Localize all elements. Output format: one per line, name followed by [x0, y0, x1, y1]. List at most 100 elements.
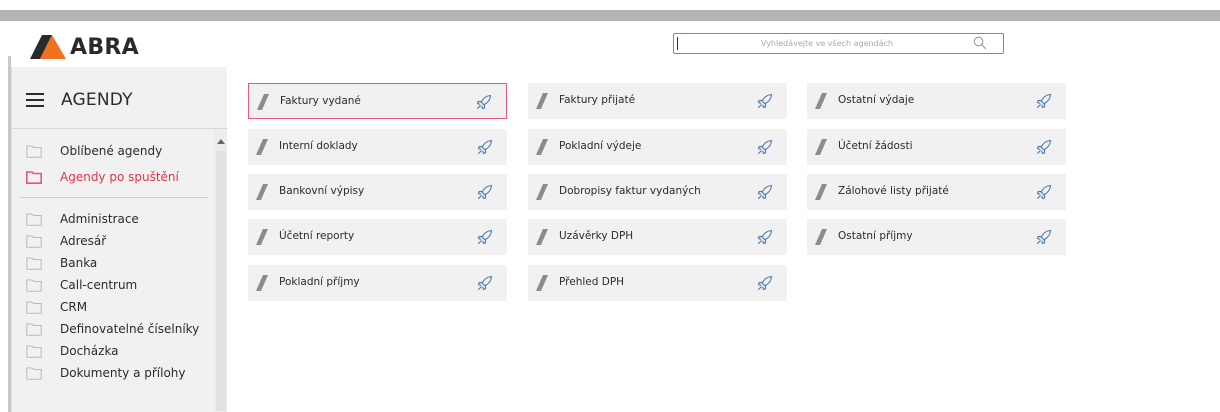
- folder-icon: [26, 213, 42, 226]
- agenda-slash-icon: [536, 139, 548, 155]
- folder-icon: [26, 235, 42, 248]
- agenda-tile-label: Dobropisy faktur vydaných: [559, 185, 701, 197]
- agenda-slash-icon: [256, 275, 268, 291]
- rocket-icon[interactable]: [756, 138, 774, 156]
- brand-logo[interactable]: ABRA: [30, 33, 139, 61]
- sidebar-header: AGENDY: [26, 90, 133, 110]
- sidebar-scrollbar[interactable]: [215, 129, 227, 412]
- agenda-tile[interactable]: Interní doklady: [248, 129, 507, 165]
- sidebar-item[interactable]: CRM: [26, 297, 87, 317]
- agenda-slash-icon: [257, 94, 269, 110]
- agenda-slash-icon: [536, 184, 548, 200]
- agenda-slash-icon: [256, 139, 268, 155]
- folder-icon: [26, 145, 42, 158]
- folder-icon: [26, 323, 42, 336]
- sidebar-item[interactable]: Administrace: [26, 209, 139, 229]
- agenda-tile[interactable]: Pokladní výdeje: [528, 129, 787, 165]
- agenda-tile[interactable]: Ostatní příjmy: [807, 219, 1066, 255]
- top-bar: [0, 10, 1220, 21]
- agenda-slash-icon: [815, 184, 827, 200]
- agenda-slash-icon: [815, 139, 827, 155]
- sidebar-title: AGENDY: [61, 90, 133, 110]
- sidebar-item[interactable]: Dokumenty a přílohy: [26, 363, 186, 383]
- agenda-tile-label: Pokladní výdeje: [559, 140, 642, 152]
- rocket-icon[interactable]: [1035, 138, 1053, 156]
- sidebar-item-label: Definovatelné číselníky: [60, 322, 200, 336]
- sidebar-item[interactable]: Docházka: [26, 341, 119, 361]
- sidebar-item[interactable]: Agendy po spuštění: [26, 167, 179, 187]
- agenda-tile-label: Uzávěrky DPH: [559, 230, 634, 242]
- agenda-tile[interactable]: Faktury vydané: [248, 83, 507, 119]
- agenda-tile[interactable]: Bankovní výpisy: [248, 174, 507, 210]
- folder-icon: [26, 345, 42, 358]
- agenda-slash-icon: [256, 184, 268, 200]
- agenda-tile-label: Ostatní výdaje: [838, 94, 915, 106]
- agenda-tile-label: Bankovní výpisy: [279, 185, 365, 197]
- rocket-icon[interactable]: [476, 138, 494, 156]
- rocket-icon[interactable]: [1035, 228, 1053, 246]
- text-caret: [677, 37, 678, 50]
- agenda-tile-label: Zálohové listy přijaté: [838, 185, 949, 197]
- sidebar-item-label: Banka: [60, 256, 98, 270]
- rocket-icon[interactable]: [476, 274, 494, 292]
- agenda-tile-label: Pokladní příjmy: [279, 276, 360, 288]
- scrollbar-thumb[interactable]: [216, 151, 226, 411]
- agenda-slash-icon: [815, 229, 827, 245]
- hamburger-menu-icon[interactable]: [26, 92, 46, 108]
- agenda-tile[interactable]: Ostatní výdaje: [807, 83, 1066, 119]
- agenda-tile[interactable]: Zálohové listy přijaté: [807, 174, 1066, 210]
- sidebar-item-label: Adresář: [60, 234, 107, 248]
- rocket-icon[interactable]: [1035, 183, 1053, 201]
- sidebar-item-label: CRM: [60, 300, 88, 314]
- sidebar: AGENDY Oblíbené agendy Agendy po spuštění…: [11, 67, 228, 412]
- sidebar-item-label: Oblíbené agendy: [60, 144, 163, 158]
- sidebar-item[interactable]: Banka: [26, 253, 97, 273]
- rocket-icon[interactable]: [756, 274, 774, 292]
- folder-icon: [26, 367, 42, 380]
- agenda-slash-icon: [815, 93, 827, 109]
- agenda-tile[interactable]: Dobropisy faktur vydaných: [528, 174, 787, 210]
- brand-name: ABRA: [70, 34, 139, 60]
- agenda-tile[interactable]: Faktury přijaté: [528, 83, 787, 119]
- search-input[interactable]: [682, 34, 972, 53]
- search-box[interactable]: [673, 33, 1004, 54]
- rocket-icon[interactable]: [475, 93, 493, 111]
- sidebar-item-label: Call-centrum: [60, 278, 138, 292]
- sidebar-item[interactable]: Oblíbené agendy: [26, 141, 162, 161]
- sidebar-item[interactable]: Call-centrum: [26, 275, 137, 295]
- sidebar-item[interactable]: Definovatelné číselníky: [26, 319, 199, 339]
- agenda-slash-icon: [256, 229, 268, 245]
- sidebar-item-label: Docházka: [60, 344, 119, 358]
- agenda-slash-icon: [536, 275, 548, 291]
- agenda-tile[interactable]: Přehled DPH: [528, 265, 787, 301]
- agenda-tile-label: Interní doklady: [279, 140, 358, 152]
- sidebar-item-label: Agendy po spuštění: [60, 170, 179, 184]
- rocket-icon[interactable]: [756, 92, 774, 110]
- search-icon[interactable]: [973, 36, 987, 50]
- rocket-icon[interactable]: [476, 228, 494, 246]
- agenda-slash-icon: [536, 93, 548, 109]
- rocket-icon[interactable]: [1035, 92, 1053, 110]
- agenda-tile-label: Ostatní příjmy: [838, 230, 913, 242]
- agenda-tile[interactable]: Účetní žádosti: [807, 129, 1066, 165]
- rocket-icon[interactable]: [756, 183, 774, 201]
- sidebar-item-label: Dokumenty a přílohy: [60, 366, 186, 380]
- sidebar-item[interactable]: Adresář: [26, 231, 106, 251]
- abra-logo-icon: [30, 35, 66, 59]
- agenda-slash-icon: [536, 229, 548, 245]
- folder-icon: [26, 170, 42, 184]
- agenda-tile-label: Účetní žádosti: [838, 140, 913, 152]
- sidebar-divider: [12, 128, 228, 129]
- folder-group-divider: [20, 197, 208, 198]
- app-header: ABRA: [0, 21, 1220, 69]
- agenda-tile[interactable]: Uzávěrky DPH: [528, 219, 787, 255]
- agenda-tile[interactable]: Účetní reporty: [248, 219, 507, 255]
- scroll-up-arrow-icon[interactable]: [217, 139, 225, 144]
- agenda-tile[interactable]: Pokladní příjmy: [248, 265, 507, 301]
- agenda-tile-label: Faktury vydané: [280, 95, 361, 107]
- rocket-icon[interactable]: [476, 183, 494, 201]
- folder-icon: [26, 257, 42, 270]
- rocket-icon[interactable]: [756, 228, 774, 246]
- folder-icon: [26, 279, 42, 292]
- agenda-tile-label: Přehled DPH: [559, 276, 625, 288]
